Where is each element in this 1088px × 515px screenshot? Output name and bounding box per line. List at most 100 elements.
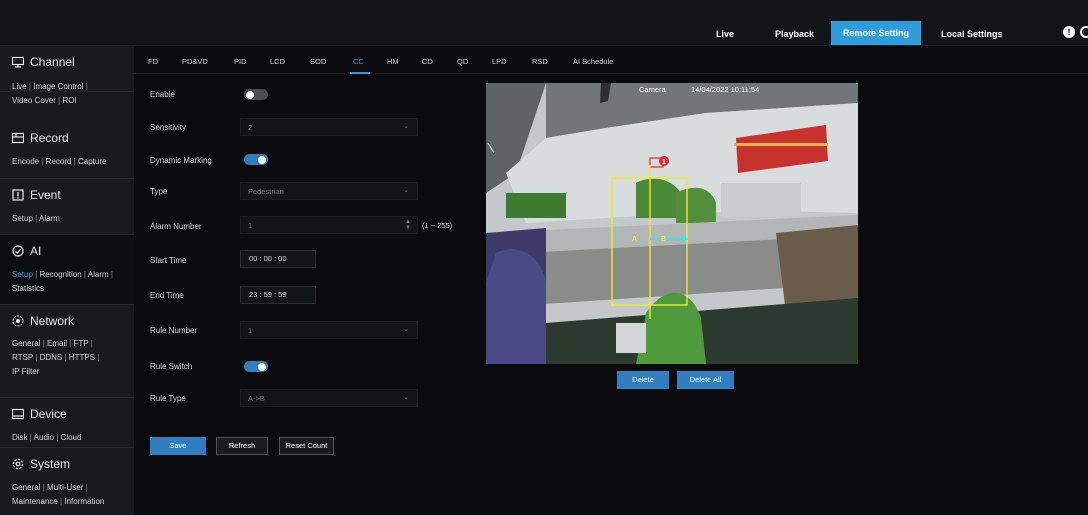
sidebar-link[interactable]: Statistics	[12, 284, 44, 293]
device-icon	[11, 408, 25, 420]
sidebar-link[interactable]: Image Control	[33, 82, 83, 91]
sidebar-link[interactable]: ROI	[62, 96, 76, 105]
alert-icon[interactable]: !	[1063, 26, 1075, 38]
nav-live[interactable]: Live	[716, 24, 734, 44]
tab-lpd[interactable]: LPD	[492, 57, 507, 66]
sidebar-link[interactable]: Alarm	[39, 214, 60, 223]
sidebar-link[interactable]: RTSP	[12, 353, 33, 362]
sidebar-link[interactable]: Audio	[34, 433, 54, 442]
sidebar-title-device[interactable]: Device	[11, 406, 67, 422]
tab-rsd[interactable]: RSD	[532, 57, 548, 66]
tab-qd[interactable]: QD	[457, 57, 468, 66]
sidebar-links-record: Encode | Record | Capture	[12, 157, 107, 166]
delete-button[interactable]: Delete	[617, 371, 669, 389]
start-time-input[interactable]: 00 : 00 : 00	[240, 250, 316, 268]
delete-all-button[interactable]: Delete All	[677, 371, 734, 389]
sidebar-link[interactable]: IP Filter	[12, 367, 39, 376]
sidebar-title-event[interactable]: Event	[12, 187, 61, 203]
sidebar-link[interactable]: Alarm	[88, 270, 109, 279]
tab-pd-vd[interactable]: PD&VD	[182, 57, 208, 66]
tab-ai-schedule[interactable]: AI Schedule	[573, 57, 613, 66]
dynamic-marking-toggle[interactable]	[244, 154, 268, 165]
end-time-label: End Time	[150, 291, 184, 300]
sidebar-link[interactable]: FTP	[74, 339, 89, 348]
sidebar-title-network[interactable]: Network	[12, 313, 74, 329]
sidebar-link[interactable]: Capture	[78, 157, 106, 166]
save-button[interactable]: Save	[150, 437, 206, 455]
sidebar-link[interactable]: Encode	[12, 157, 39, 166]
sidebar-link[interactable]: Email	[47, 339, 67, 348]
sensitivity-select[interactable]: 2 ⌄	[240, 118, 418, 136]
rule-type-select[interactable]: A->B ⌄	[240, 389, 418, 407]
tab-cd[interactable]: CD	[422, 57, 433, 66]
sidebar: Channel Live | Image Control | Video Cov…	[0, 46, 134, 515]
gear-icon	[12, 458, 24, 470]
sidebar-link-active[interactable]: Setup	[12, 270, 33, 279]
chevron-down-icon: ⌄	[403, 326, 409, 333]
enable-toggle[interactable]	[244, 89, 268, 100]
camera-frame-image: 1	[486, 83, 858, 364]
spinner-arrows-icon[interactable]: ▲ ▼	[405, 219, 411, 231]
select-value: 1	[248, 326, 253, 335]
sidebar-link[interactable]: HTTPS	[69, 353, 95, 362]
type-label: Type	[150, 187, 168, 196]
select-value: 2	[248, 123, 253, 132]
rule-switch-toggle[interactable]	[244, 361, 268, 372]
nav-playback[interactable]: Playback	[775, 24, 814, 44]
nav-remote-setting[interactable]: Remote Setting	[831, 21, 922, 45]
sidebar-link[interactable]: Live	[12, 82, 27, 91]
sidebar-link[interactable]: Cloud	[61, 433, 82, 442]
sidebar-section-network: Network General | Email | FTP | RTSP | D…	[0, 305, 134, 398]
tab-lcd[interactable]: LCD	[270, 57, 285, 66]
sidebar-link[interactable]: Video Cover	[12, 96, 56, 105]
nav-local-settings[interactable]: Local Settings	[941, 24, 1003, 44]
chevron-down-icon: ⌄	[403, 394, 409, 401]
rule-type-label: Rule Type	[150, 394, 186, 403]
network-icon	[12, 315, 24, 327]
power-icon[interactable]	[1080, 26, 1088, 38]
sidebar-link[interactable]: Maintenance	[12, 497, 58, 506]
sidebar-link[interactable]: General	[12, 339, 40, 348]
end-time-input[interactable]: 23 : 59 : 59	[240, 286, 316, 304]
sidebar-section-ai: AI Setup | Recognition | Alarm | Statist…	[0, 235, 134, 305]
chevron-down-icon: ⌄	[403, 123, 409, 130]
sidebar-link[interactable]: Disk	[12, 433, 28, 442]
sidebar-link[interactable]: Multi-User	[47, 483, 83, 492]
sidebar-title-label: System	[30, 457, 71, 471]
sidebar-title-label: Record	[30, 131, 69, 145]
sidebar-link[interactable]: Recognition	[39, 270, 81, 279]
sidebar-title-channel[interactable]: Channel	[11, 54, 75, 70]
alarm-number-input[interactable]: 1 ▲ ▼	[240, 216, 418, 234]
sidebar-link[interactable]: Setup	[12, 214, 33, 223]
reset-count-button[interactable]: Reset Count	[279, 437, 334, 455]
sidebar-link[interactable]: DDNS	[40, 353, 63, 362]
tab-hm[interactable]: HM	[387, 57, 399, 66]
rule-number-select[interactable]: 1 ⌄	[240, 321, 418, 339]
record-icon	[11, 132, 25, 144]
line-label-a: A	[632, 236, 638, 243]
alarm-number-range: (1 ~ 255)	[422, 221, 453, 230]
monitor-icon	[11, 56, 25, 68]
tab-sod[interactable]: SOD	[310, 57, 326, 66]
enable-label: Enable	[150, 90, 175, 99]
sidebar-title-record[interactable]: Record	[11, 130, 69, 146]
tab-cc[interactable]: CC	[353, 57, 364, 66]
sidebar-link[interactable]: Information	[64, 497, 104, 506]
camera-preview[interactable]: 1 Camera 14/04/2022 10:11:54 A B	[486, 83, 858, 364]
sidebar-title-system[interactable]: System	[12, 456, 70, 472]
content-panel: FD PD&VD PID LCD SOD CC HM CD QD LPD RSD…	[134, 46, 1088, 515]
sidebar-links-ai: Setup | Recognition | Alarm | Statistics	[12, 270, 113, 293]
sidebar-link[interactable]: General	[12, 483, 40, 492]
ai-icon	[12, 245, 24, 257]
type-select[interactable]: Pedestrian ⌄	[240, 182, 418, 200]
refresh-button[interactable]: Refresh	[216, 437, 268, 455]
sidebar-link[interactable]: Record	[46, 157, 72, 166]
camera-timestamp-overlay: 14/04/2022 10:11:54	[691, 85, 760, 94]
sidebar-section-channel: Channel Live | Image Control | Video Cov…	[0, 46, 134, 105]
sidebar-title-ai[interactable]: AI	[12, 243, 41, 259]
sidebar-title-label: Event	[30, 188, 61, 202]
sidebar-title-label: Network	[30, 314, 75, 328]
sidebar-section-device: Device Disk | Audio | Cloud	[0, 398, 134, 448]
tab-fd[interactable]: FD	[148, 57, 158, 66]
tab-pid[interactable]: PID	[234, 57, 247, 66]
